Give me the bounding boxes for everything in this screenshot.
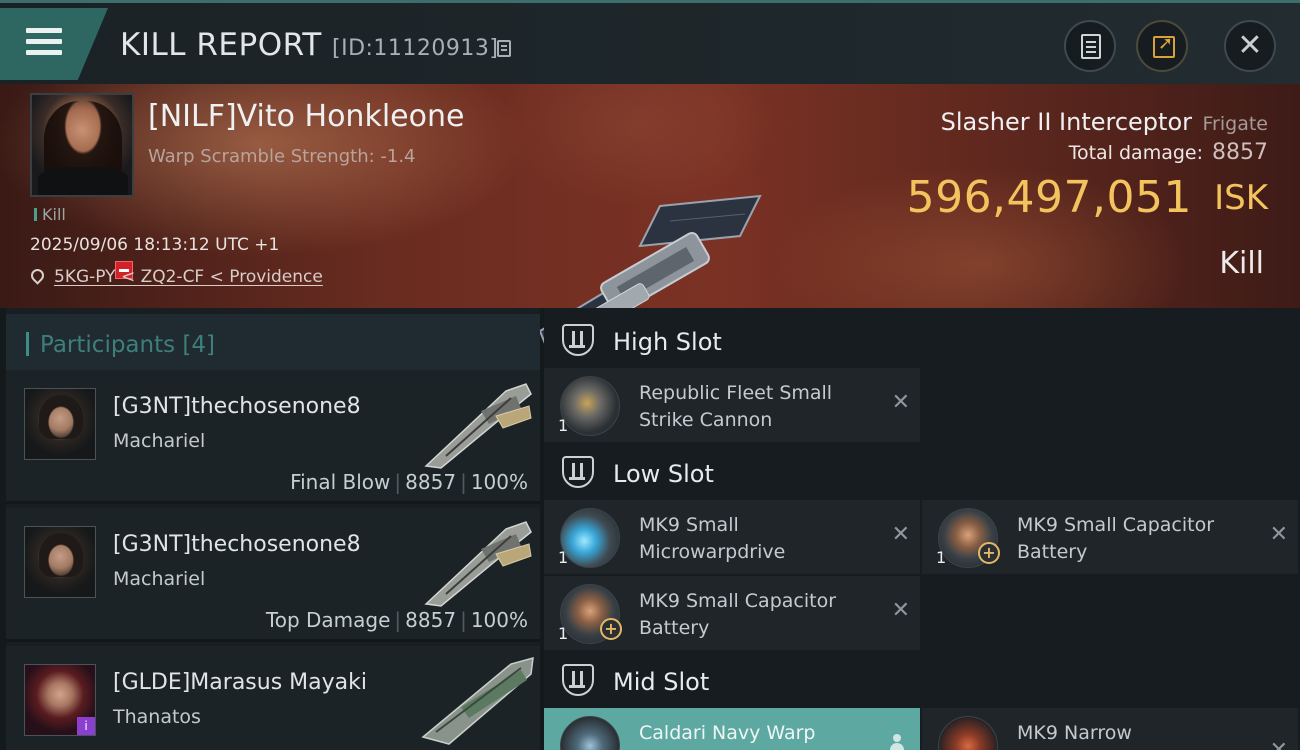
page-title: KILL REPORT [120, 27, 322, 63]
participant-ship-image [424, 383, 532, 469]
participants-panel: Participants [4] [G3NT]thechosenone8 Mac… [6, 308, 540, 750]
participant-ship: Machariel [113, 430, 206, 452]
module-slot[interactable]: Caldari Navy Warp [544, 708, 920, 750]
participant-ship: Machariel [113, 568, 206, 590]
menu-button[interactable] [0, 8, 108, 80]
victim-ship-class: Frigate [1202, 113, 1268, 135]
destroyed-x-icon: ✕ [891, 390, 910, 415]
share-button[interactable] [1136, 20, 1188, 72]
low-slot-icon [562, 456, 594, 488]
plus-icon: + [600, 618, 622, 640]
participant-percent: 100% [470, 608, 528, 632]
module-name: MK9 Narrow [1017, 722, 1132, 744]
participant-role: Top Damage [265, 608, 391, 632]
participant-damage: 8857 [405, 608, 457, 632]
module-quantity: 1 [558, 548, 569, 567]
module-name: Caldari Navy Warp [639, 722, 816, 744]
low-slot-label: Low Slot [613, 460, 714, 488]
destroyed-x-icon: ✕ [1269, 522, 1288, 547]
isk-value: 596,497,051 [906, 172, 1192, 223]
participant-damage: 8857 [405, 470, 457, 494]
location-pin-icon [28, 266, 47, 285]
kill-result-label: Kill [1219, 246, 1264, 281]
low-slot-header: Low Slot [544, 442, 1300, 500]
high-slot-icon [562, 324, 594, 356]
participant-percent: 100% [470, 470, 528, 494]
kill-tag: Kill [34, 205, 66, 224]
info-badge-icon: i [77, 717, 95, 735]
top-bar: KILL REPORT [ID:11120913] ✕ [0, 0, 1300, 84]
notes-button[interactable] [1064, 20, 1116, 72]
participant-ship-image [421, 656, 534, 745]
module-quantity: 1 [936, 548, 947, 567]
total-damage-value: 8857 [1212, 140, 1268, 165]
person-icon [890, 734, 904, 750]
participant-stats: Top Damage | 8857 | 100% [265, 608, 528, 632]
notes-icon [1081, 34, 1101, 59]
participant-role: Final Blow [290, 470, 391, 494]
victim-banner: [NILF]Vito Honkleone Warp Scramble Stren… [0, 84, 1300, 358]
module-name: MK9 Small Capacitor Battery [1017, 514, 1215, 563]
destroyed-x-icon: ✕ [1270, 738, 1288, 750]
hamburger-icon [26, 28, 62, 61]
module-quantity: 1 [558, 416, 569, 435]
participant-card[interactable]: i [GLDE]Marasus Mayaki Thanatos [6, 646, 540, 750]
high-slot-header: High Slot [544, 310, 1300, 368]
module-slot[interactable]: 1 MK9 Small Microwarpdrive ✕ [544, 500, 920, 574]
avatar[interactable]: i [24, 664, 96, 736]
scrambler-icon [938, 716, 998, 750]
victim-avatar[interactable] [30, 93, 134, 197]
warp-disruptor-icon [560, 716, 620, 750]
module-slot[interactable]: + 1 MK9 Small Capacitor Battery ✕ [922, 500, 1298, 574]
participant-card[interactable]: [G3NT]thechosenone8 Machariel Final Blow… [6, 370, 540, 504]
participant-name[interactable]: [G3NT]thechosenone8 [113, 394, 361, 419]
module-slot[interactable]: MK9 Narrow ✕ [922, 708, 1298, 750]
fitting-panel: High Slot 1 Republic Fleet Small Strike … [544, 308, 1300, 750]
module-name: Republic Fleet Small Strike Cannon [639, 382, 833, 431]
avatar[interactable] [24, 388, 96, 460]
close-icon: ✕ [1237, 28, 1263, 63]
destroyed-x-icon: ✕ [891, 522, 910, 547]
participant-name[interactable]: [G3NT]thechosenone8 [113, 532, 361, 557]
victim-ship-name[interactable]: Slasher II Interceptor [941, 108, 1192, 136]
participants-title: Participants [4] [40, 332, 216, 358]
victim-name[interactable]: [NILF]Vito Honkleone [148, 99, 464, 134]
module-name: MK9 Small Capacitor Battery [639, 590, 837, 639]
warp-scramble-strength: Warp Scramble Strength: -1.4 [148, 146, 416, 167]
module-slot[interactable]: + 1 MK9 Small Capacitor Battery ✕ [544, 576, 920, 650]
report-id: [ID:11120913] [332, 36, 499, 61]
copy-icon[interactable] [497, 40, 511, 57]
share-icon [1153, 33, 1175, 58]
module-quantity: 1 [558, 624, 569, 643]
kill-location-link[interactable]: 5KG-PY < ZQ2-CF < Providence [54, 267, 323, 287]
isk-unit: ISK [1214, 178, 1268, 218]
destroyed-x-icon: ✕ [891, 598, 910, 623]
module-name: MK9 Small Microwarpdrive [639, 514, 786, 563]
kill-datetime: 2025/09/06 18:13:12 UTC +1 [30, 235, 280, 255]
participants-header: Participants [4] [6, 314, 540, 372]
avatar[interactable] [24, 526, 96, 598]
participant-stats: Final Blow | 8857 | 100% [290, 470, 528, 494]
mid-slot-label: Mid Slot [613, 668, 710, 696]
mid-slot-icon [562, 664, 594, 696]
plus-icon: + [978, 542, 1000, 564]
total-damage-label: Total damage: [1068, 142, 1203, 164]
high-slot-label: High Slot [613, 328, 722, 356]
close-button[interactable]: ✕ [1224, 20, 1276, 72]
participant-name[interactable]: [GLDE]Marasus Mayaki [113, 670, 367, 695]
module-slot[interactable]: 1 Republic Fleet Small Strike Cannon ✕ [544, 368, 920, 442]
cannon-icon [560, 376, 620, 436]
microwarpdrive-icon [560, 508, 620, 568]
participant-ship-image [424, 521, 532, 607]
participant-ship: Thanatos [113, 706, 201, 728]
participant-card[interactable]: [G3NT]thechosenone8 Machariel Top Damage… [6, 508, 540, 642]
mid-slot-header: Mid Slot [544, 650, 1300, 708]
